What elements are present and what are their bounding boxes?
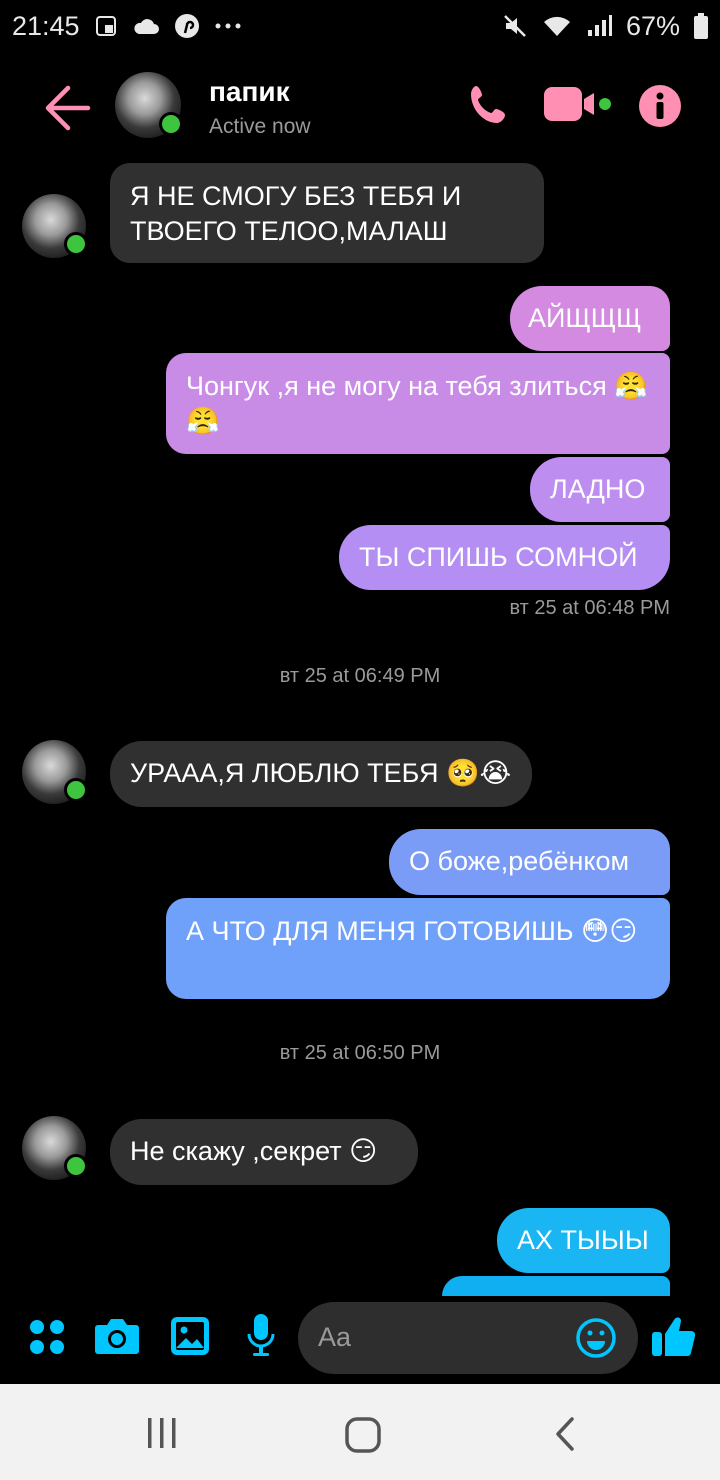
back-arrow-icon (45, 85, 91, 131)
message-bubble-outgoing[interactable]: ТЫ СПИШЬ СОМНОЙ (339, 525, 670, 590)
pinterest-icon (174, 12, 200, 40)
message-bubble-outgoing[interactable]: АЙЩЩЩ (510, 286, 670, 351)
date-separator: вт 25 at 06:49 PM (279, 665, 441, 687)
back-button[interactable] (40, 82, 96, 134)
message-bubble-incoming[interactable]: Я НЕ СМОГУ БЕЗ ТЕБЯ И ТВОЕГО ТЕЛОО,МАЛАШ (110, 163, 544, 263)
online-indicator (64, 232, 88, 256)
message-timestamp: вт 25 at 06:48 PM (509, 597, 670, 619)
info-button[interactable] (638, 84, 682, 128)
smiley-icon (576, 1318, 616, 1358)
status-time: 21:45 (12, 10, 80, 41)
thumbs-up-icon (652, 1317, 696, 1357)
message-input-placeholder: Aa (318, 1322, 352, 1352)
video-call-button[interactable] (544, 85, 614, 125)
composer-bar: Aa (0, 1296, 720, 1384)
signal-icon (586, 12, 612, 40)
four-dots-icon (30, 1320, 64, 1354)
message-bubble-outgoing[interactable]: ЛАДНО (530, 457, 670, 522)
message-bubble-incoming[interactable]: Не скажу ,секрет 😏 (110, 1119, 418, 1185)
message-avatar[interactable] (22, 194, 88, 258)
message-bubble-outgoing-partial[interactable] (442, 1276, 670, 1296)
apps-menu-button[interactable] (28, 1318, 66, 1356)
online-indicator (159, 112, 183, 136)
online-indicator (64, 1154, 88, 1178)
recent-apps-button[interactable] (142, 1416, 182, 1450)
like-button[interactable] (650, 1312, 698, 1360)
battery-icon (694, 12, 708, 40)
contact-avatar[interactable] (115, 72, 183, 138)
voice-message-button[interactable] (246, 1312, 276, 1358)
gallery-button[interactable] (170, 1316, 210, 1356)
microphone-icon (247, 1314, 275, 1356)
phone-icon (471, 86, 505, 123)
image-icon (171, 1317, 209, 1355)
message-avatar[interactable] (22, 740, 88, 804)
message-bubble-outgoing[interactable]: Чонгук ,я не могу на тебя злиться 😤😤 (166, 353, 670, 454)
message-bubble-outgoing[interactable]: А ЧТО ДЛЯ МЕНЯ ГОТОВИШЬ 😳😏 (166, 898, 670, 999)
more-dots-icon (214, 12, 242, 40)
back-nav-button[interactable] (550, 1416, 580, 1452)
screenshot-icon (94, 12, 118, 40)
recent-apps-icon (148, 1418, 176, 1448)
conversation-header: папик Active now (0, 60, 720, 160)
home-icon (345, 1417, 381, 1453)
status-bar: 21:45 67% (0, 0, 720, 52)
contact-name[interactable]: папик (209, 76, 290, 108)
online-indicator (64, 778, 88, 802)
battery-percent: 67% (625, 10, 680, 41)
android-navigation-bar (0, 1384, 720, 1480)
message-bubble-incoming[interactable]: УРААА,Я ЛЮБЛЮ ТЕБЯ 🥺😭 (110, 741, 532, 807)
cloud-icon (132, 12, 160, 40)
message-input[interactable]: Aa (298, 1302, 638, 1374)
message-avatar[interactable] (22, 1116, 88, 1180)
back-chevron-icon (556, 1417, 574, 1451)
message-bubble-outgoing[interactable]: АХ ТЫЫЫ (497, 1208, 670, 1273)
wifi-icon (542, 12, 572, 40)
home-button[interactable] (344, 1416, 382, 1454)
camera-button[interactable] (94, 1316, 140, 1356)
presence-status: Active now (209, 115, 311, 138)
video-camera-icon (544, 87, 611, 121)
camera-icon (95, 1319, 139, 1354)
mute-icon (502, 12, 528, 40)
message-bubble-outgoing[interactable]: О боже,ребёнком (389, 829, 670, 895)
voice-call-button[interactable] (466, 82, 512, 128)
date-separator: вт 25 at 06:50 PM (279, 1042, 441, 1064)
emoji-button[interactable] (576, 1318, 616, 1358)
info-icon (639, 85, 681, 127)
